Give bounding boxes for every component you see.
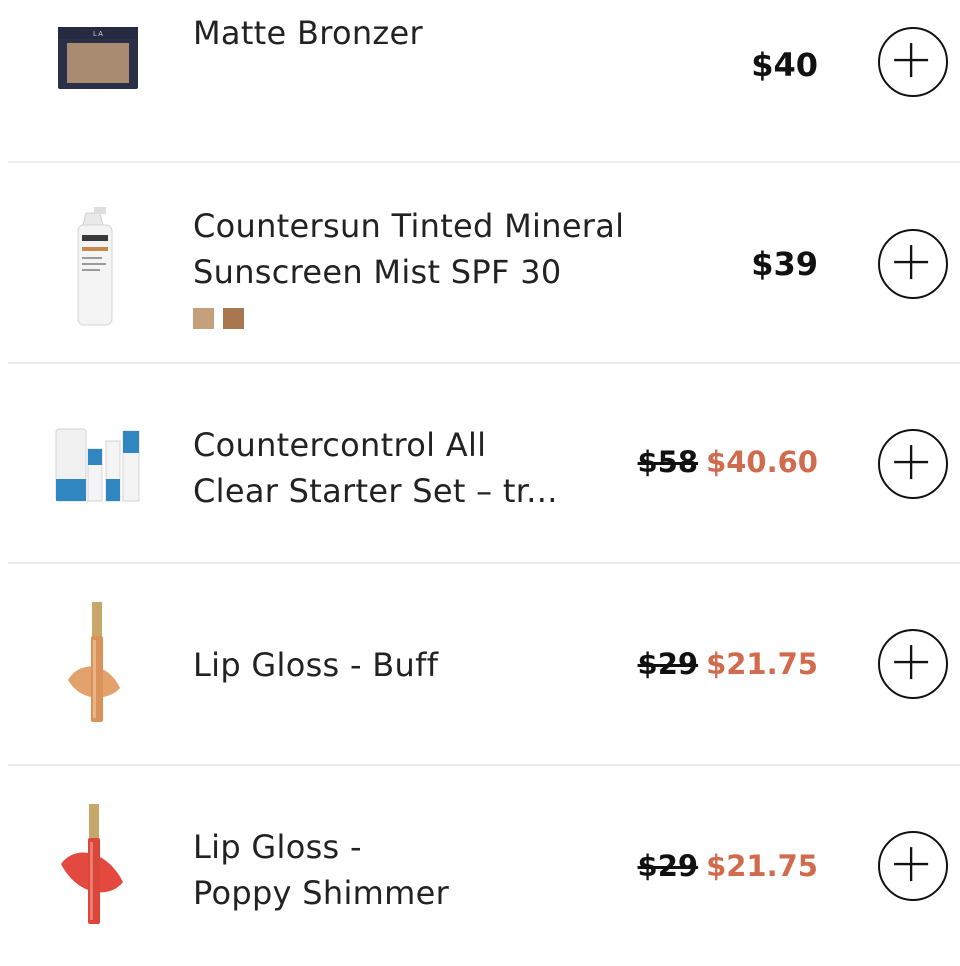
- product-price: $58 $40.60: [638, 445, 818, 479]
- product-price: $29 $21.75: [638, 849, 818, 883]
- product-name[interactable]: Matte Bronzer: [193, 10, 663, 56]
- bronzer-compact-icon[interactable]: L A: [36, 7, 156, 97]
- sale-price: $40.60: [706, 445, 818, 479]
- shade-swatches: [193, 308, 244, 329]
- product-price: $29 $21.75: [638, 647, 818, 681]
- sale-price: $21.75: [706, 849, 818, 883]
- svg-text:L A: L A: [93, 31, 103, 38]
- product-name[interactable]: Countersun Tinted Mineral Sunscreen Mist…: [193, 203, 663, 295]
- plus-icon: [894, 245, 929, 280]
- product-price: $39: [751, 245, 818, 283]
- add-to-bag-button[interactable]: [878, 429, 948, 499]
- original-price: $29: [637, 647, 699, 681]
- product-row[interactable]: Countersun Tinted Mineral Sunscreen Mist…: [0, 163, 960, 363]
- product-list: L A Matte Bronzer $40 Countersun Tinted …: [0, 0, 960, 960]
- product-row[interactable]: L A Matte Bronzer $40: [0, 0, 960, 162]
- add-to-bag-button[interactable]: [878, 27, 948, 97]
- product-name[interactable]: Lip Gloss - Buff: [193, 642, 663, 688]
- sale-price: $21.75: [706, 647, 818, 681]
- add-to-bag-button[interactable]: [878, 629, 948, 699]
- product-price: $40: [751, 46, 818, 84]
- product-row[interactable]: Countercontrol All Clear Starter Set – t…: [0, 364, 960, 564]
- original-price: $29: [637, 849, 699, 883]
- shade-swatch[interactable]: [193, 308, 214, 329]
- product-name[interactable]: Lip Gloss - Poppy Shimmer: [193, 824, 663, 916]
- sunscreen-bottle-icon[interactable]: [60, 205, 130, 330]
- plus-icon: [894, 445, 929, 480]
- product-row[interactable]: Lip Gloss - Poppy Shimmer $29 $21.75: [0, 766, 960, 966]
- original-price: $58: [637, 445, 699, 479]
- plus-icon: [894, 43, 929, 78]
- plus-icon: [894, 645, 929, 680]
- starter-set-icon[interactable]: [50, 419, 145, 509]
- plus-icon: [894, 847, 929, 882]
- product-name[interactable]: Countercontrol All Clear Starter Set – t…: [193, 422, 663, 514]
- add-to-bag-button[interactable]: [878, 229, 948, 299]
- add-to-bag-button[interactable]: [878, 831, 948, 901]
- product-row[interactable]: Lip Gloss - Buff $29 $21.75: [0, 564, 960, 764]
- lip-gloss-poppy-icon[interactable]: [55, 802, 135, 930]
- lip-gloss-buff-icon[interactable]: [60, 600, 130, 728]
- shade-swatch[interactable]: [223, 308, 244, 329]
